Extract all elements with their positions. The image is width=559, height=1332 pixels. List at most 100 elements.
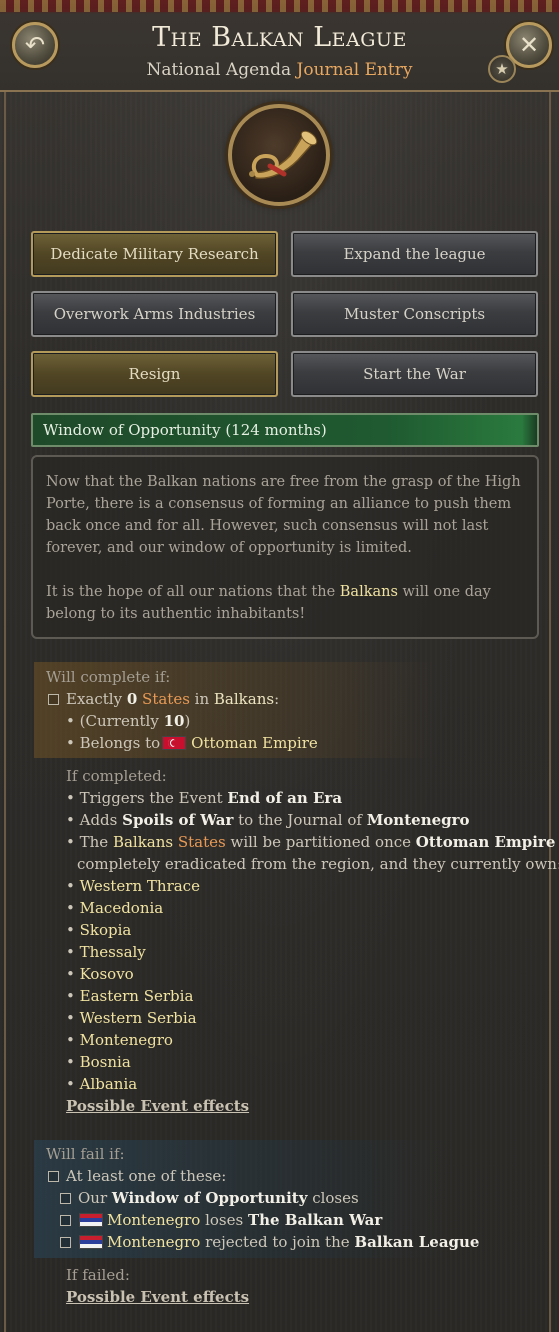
state-link[interactable]: Kosovo <box>80 965 134 983</box>
button-label: Expand the league <box>343 245 486 263</box>
effect-text: is <box>555 833 559 851</box>
state-list-item: • Thessaly <box>66 941 559 963</box>
ottoman-empire-link[interactable]: Ottoman Empire <box>416 833 556 851</box>
balkan-league-link[interactable]: Balkan League <box>354 1233 479 1251</box>
fail-montenegro-rejected: Montenegro rejected to join the Balkan L… <box>60 1231 559 1253</box>
state-list-item: • Macedonia <box>66 897 559 919</box>
cond-text: Exactly <box>66 690 127 708</box>
window-of-opportunity-link[interactable]: Window of Opportunity <box>112 1189 308 1207</box>
effect-text: The <box>79 833 113 851</box>
cond-value: 10 <box>163 712 185 730</box>
balkan-war-link[interactable]: The Balkan War <box>248 1211 382 1229</box>
checkbox-icon <box>60 1193 71 1204</box>
montenegro-link[interactable]: Montenegro <box>107 1233 200 1251</box>
completed-heading: If completed: <box>66 767 167 785</box>
possible-event-effects-link[interactable]: Possible Event effects <box>66 1095 559 1117</box>
fail-text: Our <box>78 1189 112 1207</box>
checkbox-icon <box>48 1171 59 1182</box>
fail-text: At least one of these: <box>66 1167 227 1185</box>
states-link[interactable]: States <box>142 690 190 708</box>
condition-currently: • (Currently 10) <box>66 712 191 730</box>
state-link[interactable]: Macedonia <box>80 899 164 917</box>
dedicate-military-research-button[interactable]: Dedicate Military Research <box>31 231 278 277</box>
effect-text: Triggers the Event <box>79 789 228 807</box>
fail-condition-any: At least one of these: <box>48 1165 559 1187</box>
spoils-of-war-link[interactable]: Spoils of War <box>122 811 233 829</box>
state-link[interactable]: Western Serbia <box>80 1009 197 1027</box>
condition-states-count: Exactly 0 States in Balkans: <box>48 688 559 710</box>
button-label: Overwork Arms Industries <box>53 305 256 323</box>
cond-text: Belongs to <box>79 734 161 752</box>
montenegro-flag-icon <box>79 1235 103 1249</box>
start-the-war-button[interactable]: Start the War <box>291 351 538 397</box>
state-link[interactable]: Eastern Serbia <box>80 987 194 1005</box>
header-ornament <box>0 0 559 12</box>
event-link[interactable]: End of an Era <box>227 789 342 807</box>
state-list-item: • Bosnia <box>66 1051 559 1073</box>
window-of-opportunity-progress-bar: Window of Opportunity (124 months) <box>31 413 539 447</box>
fail-window-closes: Our Window of Opportunity closes <box>60 1187 559 1209</box>
state-link[interactable]: Albania <box>80 1075 138 1093</box>
fail-text: loses <box>200 1211 248 1229</box>
bullet: • <box>66 921 80 939</box>
subtitle-prefix: National Agenda <box>146 60 292 80</box>
button-label: Muster Conscripts <box>343 305 486 323</box>
condition-belongs-to: • Belongs to Ottoman Empire <box>66 734 318 752</box>
state-list-item: • Albania <box>66 1073 559 1095</box>
montenegro-link[interactable]: Montenegro <box>107 1211 200 1229</box>
button-label: Start the War <box>363 365 466 383</box>
state-link[interactable]: Montenegro <box>80 1031 173 1049</box>
ottoman-empire-link[interactable]: Ottoman Empire <box>191 734 318 752</box>
cond-text: ) <box>184 712 191 730</box>
muster-conscripts-button[interactable]: Muster Conscripts <box>291 291 538 337</box>
state-list-item: • Western Thrace <box>66 875 559 897</box>
state-list-item: • Kosovo <box>66 963 559 985</box>
state-link[interactable]: Skopia <box>80 921 132 939</box>
cond-text: (Currently <box>79 712 164 730</box>
balkans-region-link[interactable]: Balkans <box>214 690 274 708</box>
effect-trigger-event: • Triggers the Event End of an Era <box>66 789 343 807</box>
bullet: • <box>66 1031 80 1049</box>
cond-text: in <box>189 690 214 708</box>
favorite-button[interactable]: ★ <box>488 55 516 83</box>
state-list-item: • Montenegro <box>66 1029 559 1051</box>
states-link[interactable]: States <box>178 833 226 851</box>
description-box: Now that the Balkan nations are free fro… <box>31 455 539 639</box>
montenegro-link[interactable]: Montenegro <box>367 811 470 829</box>
expand-the-league-button[interactable]: Expand the league <box>291 231 538 277</box>
balkans-link[interactable]: Balkans <box>340 584 398 600</box>
progress-label: Window of Opportunity (124 months) <box>43 421 327 439</box>
effect-add-item: • Adds Spoils of War to the Journal of M… <box>66 811 470 829</box>
fail-text: rejected to join the <box>200 1233 355 1251</box>
state-link[interactable]: Bosnia <box>80 1053 131 1071</box>
fail-text: closes <box>307 1189 359 1207</box>
close-icon: ✕ <box>518 31 540 59</box>
bugle-horn-graphic <box>249 130 318 180</box>
balkans-link[interactable]: Balkans <box>113 833 173 851</box>
bullet: • <box>66 943 80 961</box>
bullet: • <box>66 1075 80 1093</box>
checkbox-icon <box>60 1215 71 1226</box>
checkbox-icon <box>48 694 59 705</box>
state-list-item: • Skopia <box>66 919 559 941</box>
description-paragraph-1: Now that the Balkan nations are free fro… <box>46 474 521 556</box>
state-list-item: • Eastern Serbia <box>66 985 559 1007</box>
button-label: Resign <box>128 365 181 383</box>
possible-event-effects-link[interactable]: Possible Event effects <box>66 1286 559 1308</box>
effect-text: to the Journal of <box>233 811 367 829</box>
effect-partition-line2: completely eradicated from the region, a… <box>77 855 559 873</box>
resign-button[interactable]: Resign <box>31 351 278 397</box>
state-link[interactable]: Western Thrace <box>80 877 200 895</box>
checkbox-icon <box>60 1237 71 1248</box>
state-link[interactable]: Thessaly <box>80 943 146 961</box>
subtitle-accent: Journal Entry <box>296 60 413 80</box>
page-subtitle: National Agenda Journal Entry <box>0 60 559 80</box>
cond-value: 0 <box>126 690 138 708</box>
desc-text: It is the hope of all our nations that t… <box>46 584 340 600</box>
failed-heading: If failed: <box>66 1266 130 1284</box>
star-icon: ★ <box>495 60 509 78</box>
bullet: • <box>66 1009 80 1027</box>
page-title: The Balkan League <box>152 22 407 53</box>
bullet: • <box>66 1053 80 1071</box>
overwork-arms-industries-button[interactable]: Overwork Arms Industries <box>31 291 278 337</box>
